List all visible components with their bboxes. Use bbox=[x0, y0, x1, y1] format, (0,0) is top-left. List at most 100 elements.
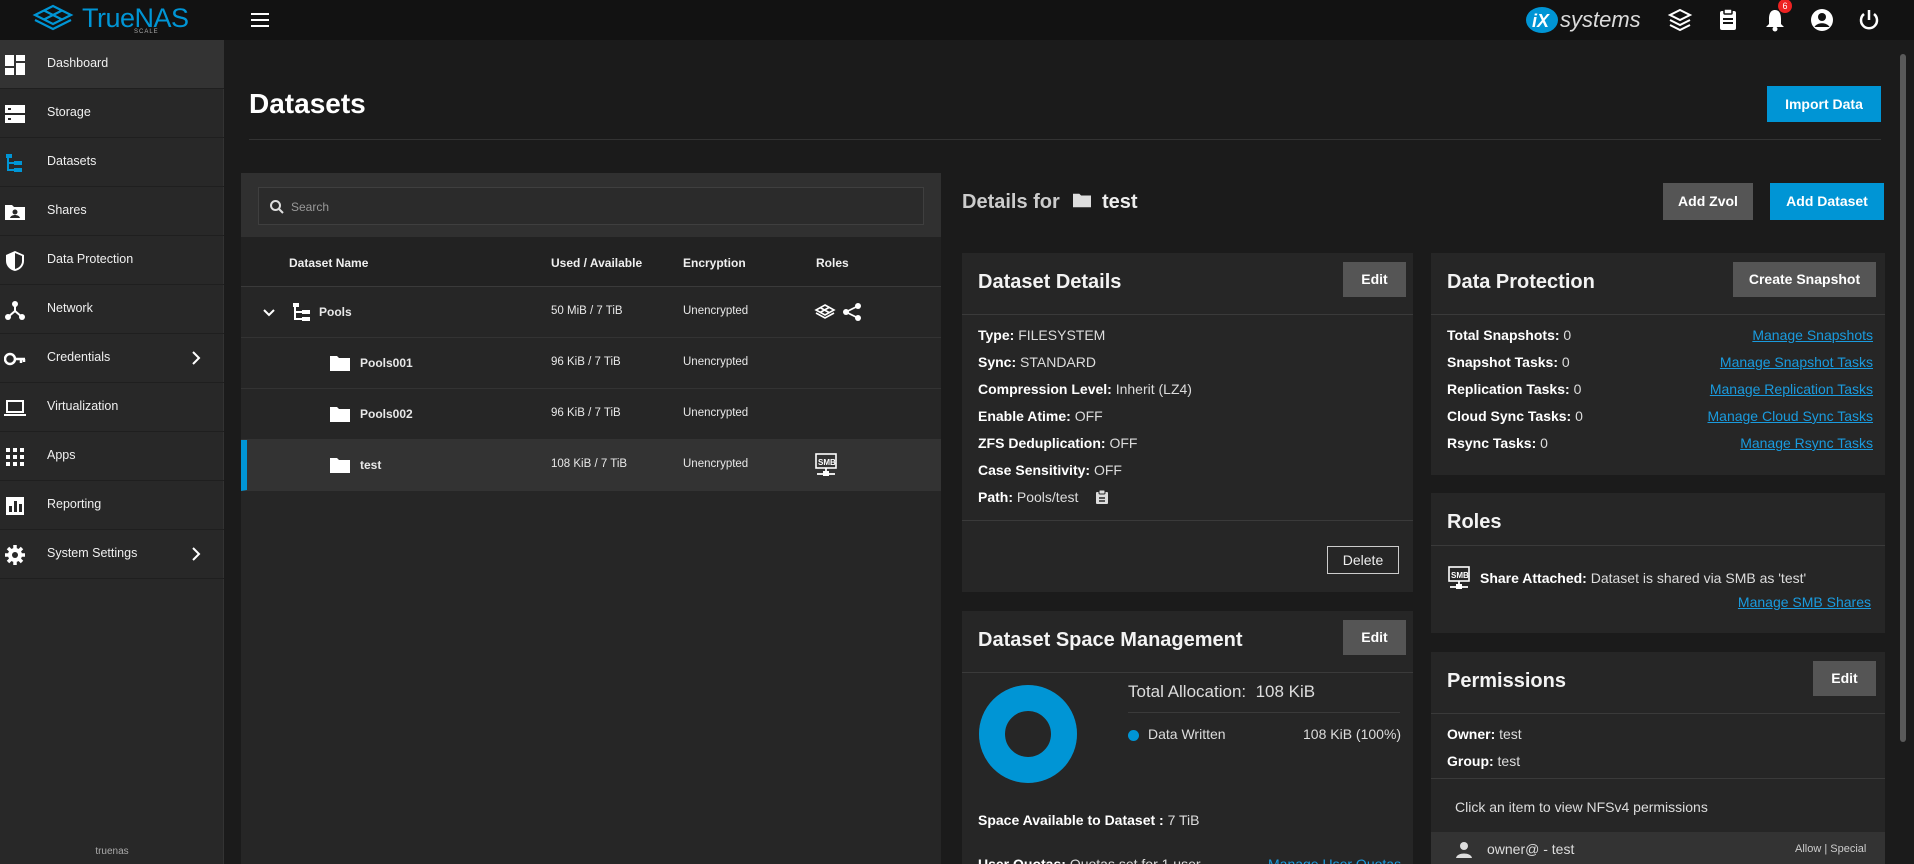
create-snapshot-button[interactable]: Create Snapshot bbox=[1733, 262, 1876, 297]
sidebar-item-reporting[interactable]: Reporting bbox=[0, 481, 224, 530]
top-bar: TrueNAS SCALE iX systems 6 bbox=[0, 0, 1914, 40]
dataset-name: Pools002 bbox=[360, 407, 413, 421]
folder-icon bbox=[330, 356, 350, 371]
divider bbox=[1128, 712, 1400, 713]
add-zvol-button[interactable]: Add Zvol bbox=[1663, 183, 1753, 220]
sidebar-item-virtualization[interactable]: Virtualization bbox=[0, 383, 224, 432]
menu-toggle-icon[interactable] bbox=[248, 8, 272, 32]
delete-dataset-button[interactable]: Delete bbox=[1327, 546, 1399, 574]
user-icon bbox=[1456, 842, 1472, 858]
apps-role-icon bbox=[814, 304, 836, 319]
sidebar-item-label: Apps bbox=[47, 448, 76, 462]
sidebar-item-system-settings[interactable]: System Settings bbox=[0, 530, 224, 579]
divider bbox=[1431, 545, 1885, 546]
sidebar-item-label: Storage bbox=[47, 105, 91, 119]
sidebar-item-credentials[interactable]: Credentials bbox=[0, 334, 224, 383]
detail-dedup: ZFS Deduplication: OFF bbox=[978, 435, 1138, 451]
import-data-button[interactable]: Import Data bbox=[1767, 86, 1881, 122]
search-box[interactable] bbox=[258, 187, 924, 225]
sidebar-item-dashboard[interactable]: Dashboard bbox=[0, 40, 224, 89]
search-input[interactable] bbox=[291, 197, 891, 217]
dataset-used: 96 KiB / 7 TiB bbox=[551, 356, 621, 368]
edit-space-button[interactable]: Edit bbox=[1343, 620, 1406, 655]
laptop-icon bbox=[4, 400, 26, 416]
truecommand-icon[interactable] bbox=[1667, 7, 1693, 33]
notification-badge: 6 bbox=[1778, 0, 1792, 13]
smb-share-icon: SMB bbox=[1448, 566, 1470, 589]
acl-list-item[interactable]: owner@ - test Allow | Special bbox=[1431, 832, 1885, 864]
chevron-right-icon bbox=[192, 351, 201, 365]
permission-owner: Owner: test bbox=[1447, 726, 1522, 742]
svg-text:SMB: SMB bbox=[818, 458, 836, 467]
chevron-down-icon[interactable] bbox=[261, 302, 277, 322]
permission-group: Group: test bbox=[1447, 753, 1521, 769]
shares-icon bbox=[5, 205, 25, 220]
column-header-encryption[interactable]: Encryption bbox=[683, 256, 746, 270]
hostname-label: truenas bbox=[95, 846, 129, 857]
sidebar-item-label: Virtualization bbox=[47, 399, 119, 413]
dataset-encryption: Unencrypted bbox=[683, 458, 749, 470]
table-header: Dataset Name Used / Available Encryption… bbox=[241, 237, 941, 287]
details-prefix: Details for bbox=[962, 191, 1060, 213]
manage-snapshot-tasks-link[interactable]: Manage Snapshot Tasks bbox=[1720, 354, 1873, 370]
table-row-pools[interactable]: Pools 50 MiB / 7 TiB Unencrypted bbox=[241, 287, 941, 338]
storage-icon bbox=[5, 105, 25, 123]
key-icon bbox=[4, 352, 26, 366]
dataset-name: Pools bbox=[319, 305, 352, 319]
sidebar: Dashboard Storage Datasets Shares Data P… bbox=[0, 40, 224, 864]
power-icon[interactable] bbox=[1856, 7, 1882, 33]
svg-text:SMB: SMB bbox=[1451, 571, 1469, 580]
sidebar-item-storage[interactable]: Storage bbox=[0, 89, 224, 138]
table-row-pools001[interactable]: Pools001 96 KiB / 7 TiB Unencrypted bbox=[241, 338, 941, 389]
share-icon bbox=[843, 303, 861, 321]
apps-grid-icon bbox=[6, 448, 24, 466]
detail-case-sensitivity: Case Sensitivity: OFF bbox=[978, 462, 1122, 478]
add-dataset-button[interactable]: Add Dataset bbox=[1770, 183, 1884, 220]
manage-rsync-tasks-link[interactable]: Manage Rsync Tasks bbox=[1740, 435, 1873, 451]
manage-replication-tasks-link[interactable]: Manage Replication Tasks bbox=[1710, 381, 1873, 397]
manage-smb-shares-link[interactable]: Manage SMB Shares bbox=[1738, 594, 1871, 610]
snapshot-tasks: Snapshot Tasks: 0 bbox=[1447, 354, 1570, 370]
page-title: Datasets bbox=[249, 88, 366, 119]
account-icon[interactable] bbox=[1809, 7, 1835, 33]
sidebar-item-data-protection[interactable]: Data Protection bbox=[0, 236, 224, 285]
edit-details-button[interactable]: Edit bbox=[1343, 262, 1406, 297]
sidebar-item-label: Dashboard bbox=[47, 56, 109, 70]
page-scrollbar[interactable] bbox=[1900, 54, 1906, 742]
datasets-icon bbox=[6, 154, 22, 172]
acl-entry-type: Allow | Special bbox=[1795, 843, 1867, 855]
clipboard-icon[interactable] bbox=[1715, 7, 1741, 33]
card-title: Data Protection bbox=[1447, 271, 1595, 293]
manage-user-quotas-link[interactable]: Manage User Quotas bbox=[1268, 856, 1401, 864]
detail-atime: Enable Atime: OFF bbox=[978, 408, 1103, 424]
copy-clipboard-icon[interactable] bbox=[1094, 489, 1110, 505]
dataset-used: 108 KiB / 7 TiB bbox=[551, 458, 628, 470]
divider bbox=[1431, 713, 1885, 714]
detail-compression: Compression Level: Inherit (LZ4) bbox=[978, 381, 1192, 397]
truenas-logo[interactable]: TrueNAS SCALE bbox=[32, 2, 212, 36]
sidebar-item-label: Credentials bbox=[47, 350, 111, 364]
sidebar-item-network[interactable]: Network bbox=[0, 285, 224, 334]
column-header-name[interactable]: Dataset Name bbox=[289, 256, 368, 270]
acl-entry-name: owner@ - test bbox=[1487, 841, 1575, 857]
table-row-pools002[interactable]: Pools002 96 KiB / 7 TiB Unencrypted bbox=[241, 389, 941, 440]
column-header-roles[interactable]: Roles bbox=[816, 256, 849, 270]
network-icon bbox=[5, 301, 25, 320]
vendor-text: systems bbox=[1560, 7, 1641, 32]
detail-path: Path: Pools/test bbox=[978, 489, 1110, 505]
edit-permissions-button[interactable]: Edit bbox=[1813, 661, 1876, 696]
detail-type: Type: FILESYSTEM bbox=[978, 327, 1106, 343]
column-header-used[interactable]: Used / Available bbox=[551, 256, 642, 270]
legend-value: 108 KiB (100%) bbox=[1303, 726, 1402, 742]
folder-icon bbox=[330, 458, 350, 473]
details-header: Details for test bbox=[962, 191, 1138, 214]
space-available: Space Available to Dataset : 7 TiB bbox=[978, 812, 1200, 828]
manage-cloud-sync-tasks-link[interactable]: Manage Cloud Sync Tasks bbox=[1708, 408, 1874, 424]
space-donut-chart bbox=[979, 685, 1077, 783]
sidebar-item-datasets[interactable]: Datasets bbox=[0, 138, 224, 187]
sidebar-item-apps[interactable]: Apps bbox=[0, 432, 224, 481]
sidebar-item-shares[interactable]: Shares bbox=[0, 187, 224, 236]
ixsystems-logo[interactable]: iX systems bbox=[1520, 5, 1641, 35]
table-row-test[interactable]: test 108 KiB / 7 TiB Unencrypted SMB bbox=[241, 440, 941, 491]
manage-snapshots-link[interactable]: Manage Snapshots bbox=[1752, 327, 1873, 343]
